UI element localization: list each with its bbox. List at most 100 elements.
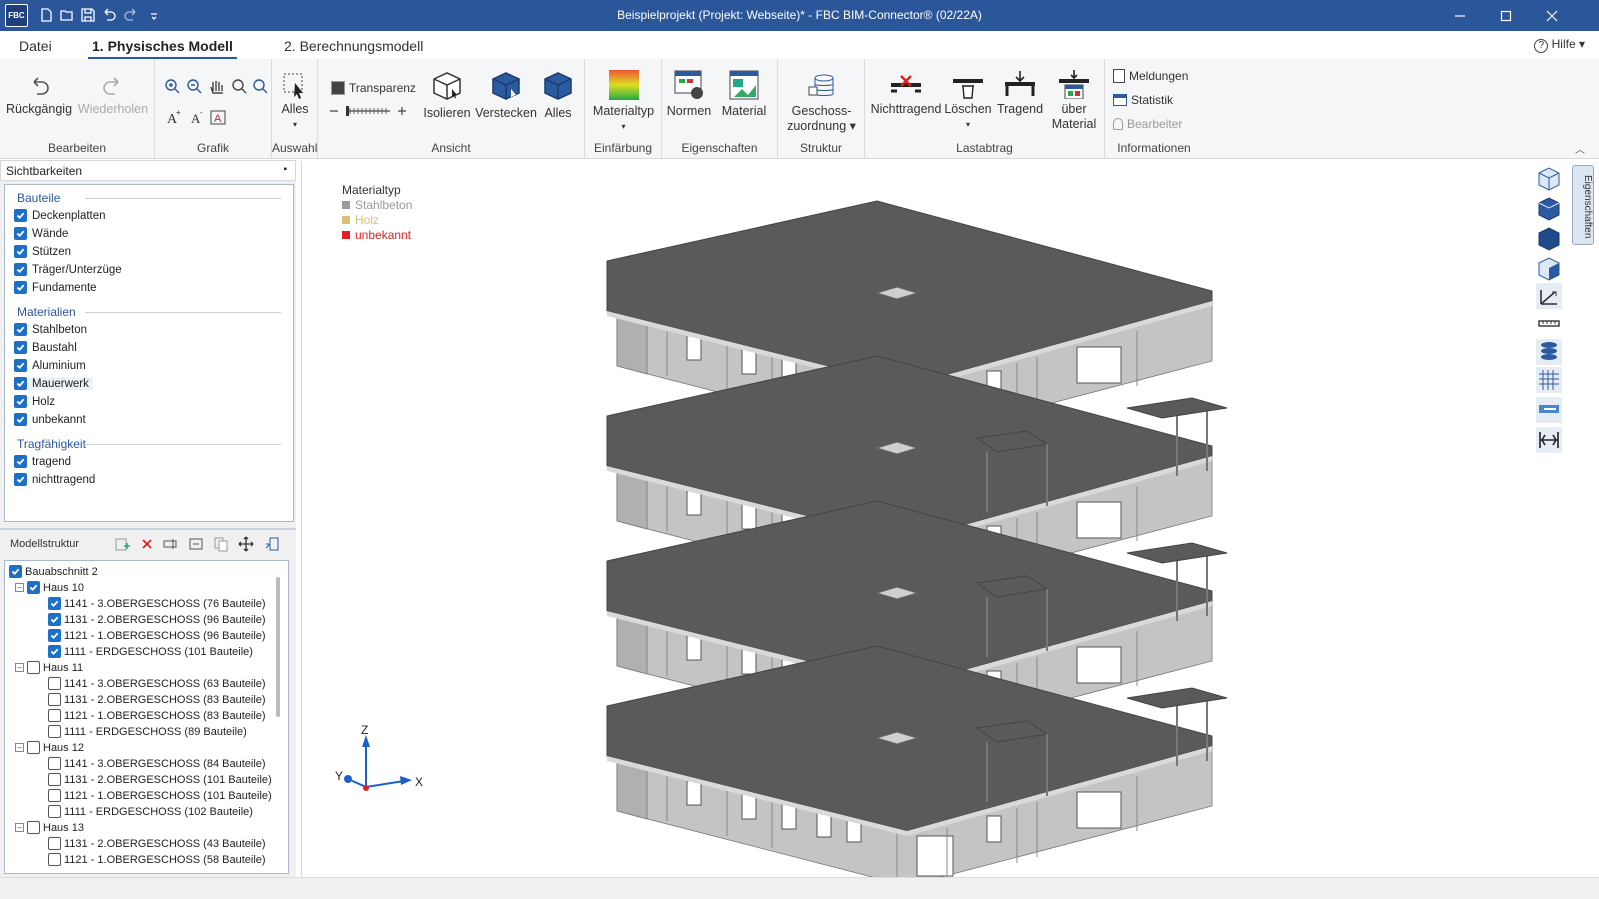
properties-side-tab[interactable]: Eigenschaften — [1572, 165, 1594, 245]
checkbox-unbekannt[interactable]: unbekannt — [14, 413, 86, 426]
tree-node-haus[interactable]: − Haus 10 — [15, 581, 84, 594]
axis-toggle-icon[interactable] — [1536, 283, 1562, 309]
checkbox-mauerwerk[interactable]: Mauerwerk — [14, 377, 93, 390]
checkbox-traeger[interactable]: Träger/Unterzüge — [14, 263, 122, 276]
collapse-icon[interactable]: − — [15, 743, 24, 752]
checkbox-waende[interactable]: Wände — [14, 227, 68, 240]
tree-settings-icon[interactable] — [264, 536, 280, 552]
section-plane-icon[interactable] — [1536, 397, 1562, 423]
maximize-button[interactable] — [1483, 0, 1529, 31]
hide-button[interactable]: Verstecken — [474, 69, 538, 121]
checkbox-aluminium[interactable]: Aluminium — [14, 359, 86, 372]
tree-node-floor[interactable]: 1131 - 2.OBERGESCHOSS (83 Bauteile) — [48, 693, 266, 706]
transparency-slider[interactable] — [330, 105, 406, 117]
tab-datei[interactable]: Datei — [19, 38, 52, 54]
tree-node-floor[interactable]: 1141 - 3.OBERGESCHOSS (76 Bauteile) — [48, 597, 266, 610]
redo-button[interactable]: Wiederholen — [76, 73, 150, 117]
group-label-grafik: Grafik — [196, 141, 229, 155]
view-top-icon[interactable] — [1536, 165, 1562, 191]
checkbox-tragend[interactable]: tragend — [14, 455, 71, 468]
select-all-button[interactable]: Alles ▾ — [276, 71, 314, 132]
tree-node-floor[interactable]: 1111 - ERDGESCHOSS (102 Bauteile) — [48, 805, 253, 818]
view-front-icon[interactable] — [1536, 195, 1562, 221]
material-type-button[interactable]: Materialtyp ▾ — [587, 69, 660, 134]
rename-node-icon[interactable] — [163, 536, 179, 552]
tree-node-floor[interactable]: 1111 - ERDGESCHOSS (101 Bauteile) — [48, 645, 253, 658]
norms-button[interactable]: Normen — [664, 69, 714, 119]
dimension-icon[interactable] — [1536, 311, 1562, 337]
svg-text:+: + — [176, 108, 181, 117]
tree-node-floor[interactable]: 1141 - 3.OBERGESCHOSS (84 Bauteile) — [48, 757, 266, 770]
add-node-icon[interactable] — [114, 536, 130, 552]
checkbox-holz[interactable]: Holz — [14, 395, 55, 408]
tree-node-label: Haus 11 — [43, 661, 84, 674]
tree-node-floor[interactable]: 1131 - 2.OBERGESCHOSS (101 Bauteile) — [48, 773, 272, 786]
tree-node-floor[interactable]: 1141 - 3.OBERGESCHOSS (63 Bauteile) — [48, 677, 266, 690]
building-model[interactable] — [302, 161, 1529, 877]
checkbox-baustahl[interactable]: Baustahl — [14, 341, 77, 354]
delete-load-button[interactable]: Löschen ▾ — [943, 73, 993, 132]
checkbox-stuetzen[interactable]: Stützen — [14, 245, 71, 258]
collapse-icon[interactable]: − — [15, 583, 24, 592]
tree-node-floor[interactable]: 1121 - 1.OBERGESCHOSS (58 Bauteile) — [48, 853, 266, 866]
close-button[interactable] — [1529, 0, 1575, 31]
grafik-tools[interactable]: A+ A- A — [163, 77, 267, 127]
tree-node-label: 1141 - 3.OBERGESCHOSS (76 Bauteile) — [64, 597, 266, 610]
group-grafik: A + A- A Grafik — [155, 59, 272, 159]
group-informationen: Meldungen Statistik Bearbeiter Informati… — [1105, 59, 1203, 159]
measure-icon[interactable] — [1536, 427, 1562, 453]
tree-node-floor[interactable]: 1131 - 2.OBERGESCHOSS (43 Bauteile) — [48, 837, 266, 850]
editor-button[interactable]: Bearbeiter — [1113, 117, 1182, 131]
norms-label: Normen — [666, 104, 712, 118]
tab-physisches-modell[interactable]: 1. Physisches Modell — [88, 38, 237, 59]
help-icon: ? — [1534, 39, 1549, 53]
load-by-material-button[interactable]: über Material — [1047, 69, 1101, 132]
tree-node-haus[interactable]: − Haus 13 — [15, 821, 84, 834]
export-icon[interactable] — [188, 536, 204, 552]
group-label-struktur: Struktur — [799, 141, 842, 155]
messages-button[interactable]: Meldungen — [1113, 69, 1188, 83]
show-all-button[interactable]: Alles — [538, 69, 578, 121]
3d-viewport[interactable]: Materialtyp Stahlbeton Holz unbekannt Z … — [301, 161, 1528, 877]
pin-icon[interactable]: ▪ — [283, 164, 287, 175]
undo-button[interactable]: Rückgängig — [6, 73, 72, 117]
tree-node-floor[interactable]: 1121 - 1.OBERGESCHOSS (101 Bauteile) — [48, 789, 272, 802]
tree-node-floor[interactable]: 1111 - ERDGESCHOSS (89 Bauteile) — [48, 725, 247, 738]
layers-icon[interactable] — [1536, 339, 1562, 365]
collapse-icon[interactable]: − — [15, 663, 24, 672]
tree-scrollbar[interactable] — [276, 577, 280, 717]
statistics-label: Statistik — [1131, 93, 1174, 107]
view-side-icon[interactable] — [1536, 225, 1562, 251]
minimize-button[interactable] — [1437, 0, 1483, 31]
tab-berechnungsmodell[interactable]: 2. Berechnungsmodell — [284, 38, 423, 54]
transparency-toggle[interactable]: Transparenz — [331, 81, 416, 95]
move-icon[interactable] — [238, 536, 254, 552]
floor-assignment-button[interactable]: Geschoss-zuordnung ▾ — [780, 73, 863, 134]
material-button[interactable]: Material — [716, 69, 772, 119]
tree-node-label: 1111 - ERDGESCHOSS (101 Bauteile) — [64, 645, 253, 658]
delete-node-icon[interactable] — [139, 536, 155, 552]
undo-label: Rückgängig — [6, 102, 73, 116]
editor-label: Bearbeiter — [1127, 117, 1183, 131]
help-button[interactable]: ? Hilfe ▾ — [1534, 37, 1585, 53]
tree-node-label: Bauabschnitt 2 — [25, 565, 98, 578]
collapse-ribbon-icon[interactable]: ︿ — [1575, 141, 1585, 156]
checkbox-fundamente[interactable]: Fundamente — [14, 281, 97, 294]
checkbox-stahlbeton[interactable]: Stahlbeton — [14, 323, 87, 336]
tree-node-haus[interactable]: − Haus 11 — [15, 661, 83, 674]
tree-node-root[interactable]: Bauabschnitt 2 — [9, 565, 98, 578]
view-iso-icon[interactable] — [1536, 255, 1562, 281]
loadbearing-button[interactable]: Tragend — [993, 69, 1047, 117]
grid-icon[interactable] — [1536, 367, 1562, 393]
checkbox-deckenplatten[interactable]: Deckenplatten — [14, 209, 106, 222]
non-loadbearing-button[interactable]: Nichttragend — [869, 73, 943, 117]
isolate-button[interactable]: Isolieren — [420, 69, 474, 121]
collapse-icon[interactable]: − — [15, 823, 24, 832]
tree-node-floor[interactable]: 1121 - 1.OBERGESCHOSS (96 Bauteile) — [48, 629, 266, 642]
tree-node-floor[interactable]: 1121 - 1.OBERGESCHOSS (83 Bauteile) — [48, 709, 266, 722]
copy-icon[interactable] — [213, 536, 229, 552]
checkbox-nichttragend[interactable]: nichttragend — [14, 473, 95, 486]
statistics-button[interactable]: Statistik — [1113, 93, 1173, 107]
tree-node-floor[interactable]: 1131 - 2.OBERGESCHOSS (96 Bauteile) — [48, 613, 266, 626]
tree-node-haus[interactable]: − Haus 12 — [15, 741, 84, 754]
